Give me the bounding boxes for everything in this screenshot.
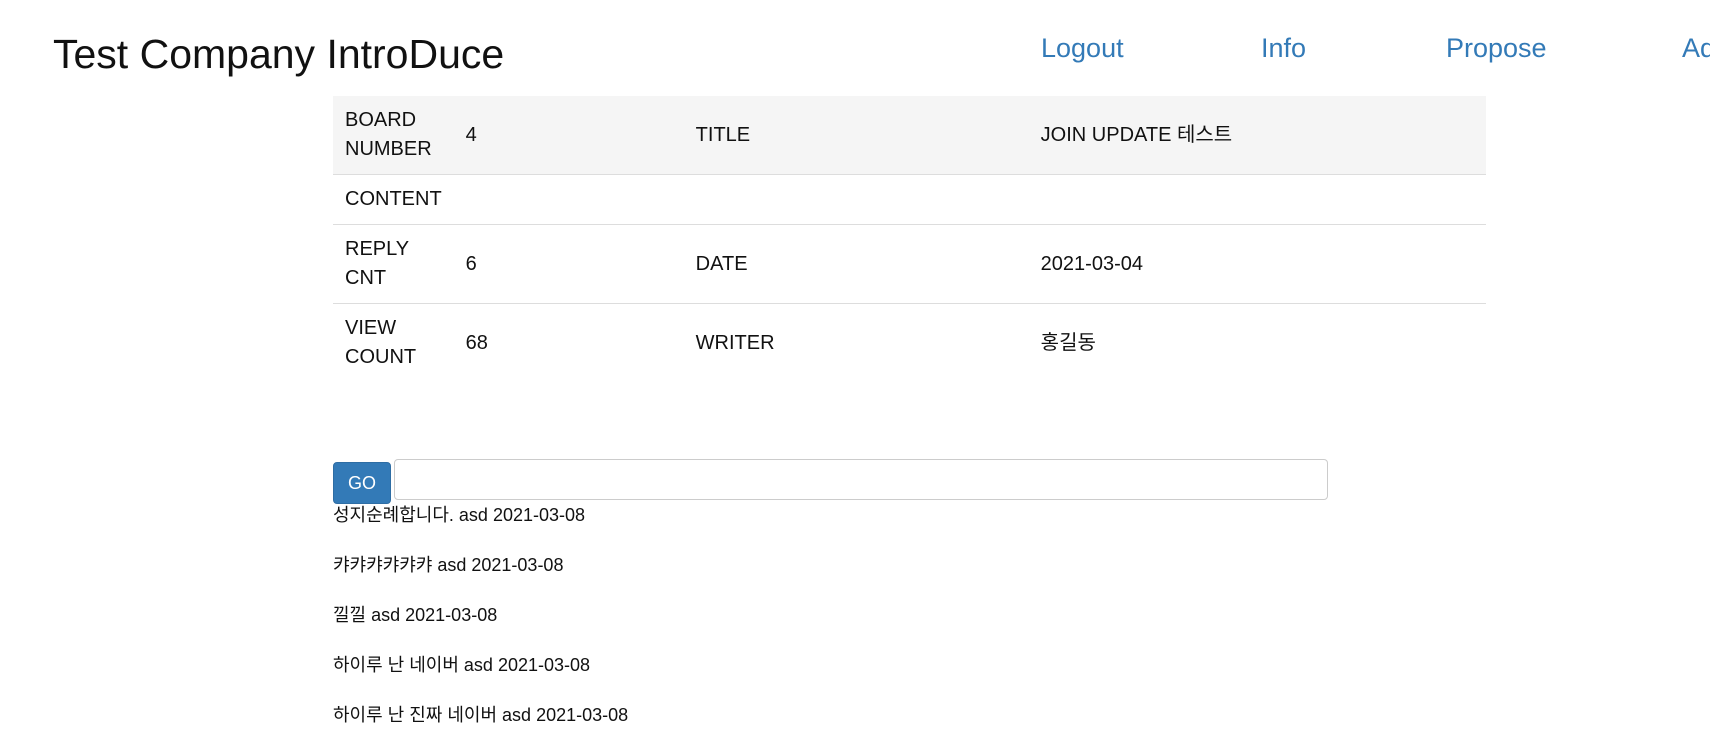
nav-info-link[interactable]: Info [1261,30,1306,66]
content-label: CONTENT [333,174,454,225]
board-detail-table: BOARD NUMBER 4 TITLE JOIN UPDATE 테스트 CON… [333,96,1486,382]
reply-item: 낄낄 asd 2021-03-08 [333,605,498,625]
date-value: 2021-03-04 [1028,224,1486,304]
title-value: JOIN UPDATE 테스트 [1028,96,1486,175]
reply-list: 성지순례합니다. asd 2021-03-08 캬캬캬캬캬캬 asd 2021-… [333,503,628,732]
nav-propose-link[interactable]: Propose [1446,30,1547,66]
reply-input[interactable] [394,459,1328,500]
board-row-content: CONTENT [333,174,1486,225]
content-empty-cell [683,174,1029,225]
go-button[interactable]: GO [333,462,391,504]
reply-item: 캬캬캬캬캬캬 asd 2021-03-08 [333,555,564,575]
content-value [453,174,684,225]
reply-item: 성지순례합니다. asd 2021-03-08 [333,505,586,525]
board-row-reply-date: REPLY CNT 6 DATE 2021-03-04 [333,224,1486,304]
reply-item: 하이루 난 네이버 asd 2021-03-08 [333,655,591,675]
board-number-label: BOARD NUMBER [333,96,454,175]
writer-label: WRITER [683,303,1029,382]
view-count-value: 68 [453,303,684,382]
board-row-number-title: BOARD NUMBER 4 TITLE JOIN UPDATE 테스트 [333,96,1486,175]
nav-logout-link[interactable]: Logout [1041,30,1124,66]
nav-admin-link[interactable]: Ad [1682,30,1710,66]
page: Test Company IntroDuce Logout Info Propo… [0,0,1710,732]
content-empty-cell [1028,174,1486,225]
title-label: TITLE [683,96,1029,175]
reply-item: 하이루 난 진짜 네이버 asd 2021-03-08 [333,705,629,725]
date-label: DATE [683,224,1029,304]
reply-cnt-label: REPLY CNT [333,224,454,304]
board-row-view-writer: VIEW COUNT 68 WRITER 홍길동 [333,303,1486,382]
reply-cnt-value: 6 [453,224,684,304]
writer-value: 홍길동 [1028,303,1486,382]
board-number-value: 4 [453,96,684,175]
view-count-label: VIEW COUNT [333,303,454,382]
top-nav: Logout Info Propose Ad [0,30,1710,66]
